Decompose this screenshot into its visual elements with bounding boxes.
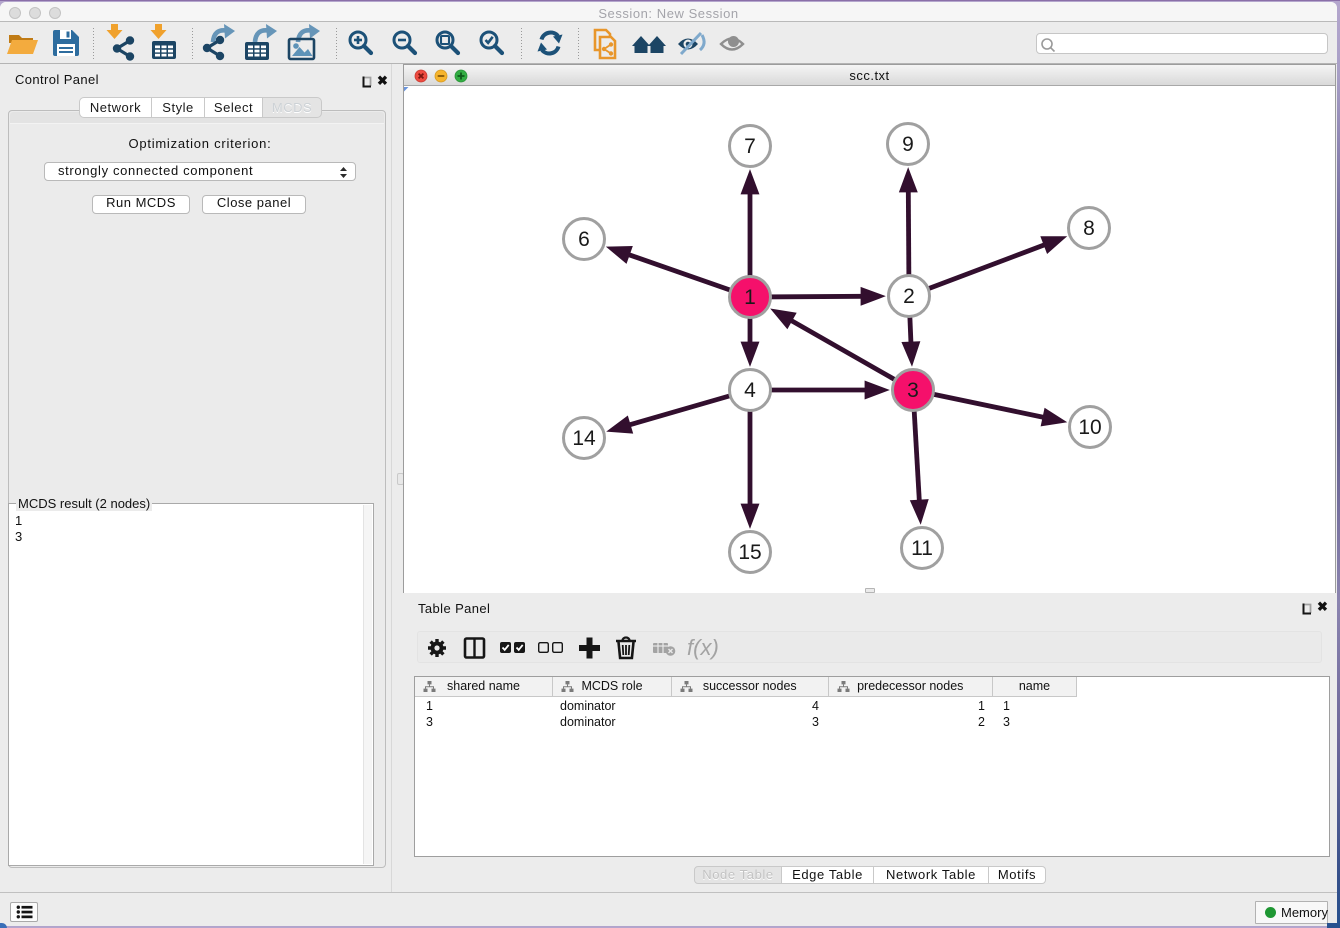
svg-text:f(x): f(x) — [687, 635, 719, 660]
svg-text:15: 15 — [738, 541, 761, 564]
svg-text:7: 7 — [744, 135, 756, 158]
svg-text:10: 10 — [1078, 416, 1101, 439]
svg-text:3: 3 — [907, 379, 919, 402]
svg-text:2: 2 — [903, 285, 915, 308]
svg-text:1: 1 — [744, 286, 756, 309]
svg-text:14: 14 — [572, 427, 596, 450]
svg-text:11: 11 — [911, 537, 933, 560]
svg-text:4: 4 — [744, 379, 756, 402]
svg-text:6: 6 — [578, 228, 590, 251]
svg-text:9: 9 — [902, 133, 914, 156]
svg-text:8: 8 — [1083, 217, 1095, 240]
